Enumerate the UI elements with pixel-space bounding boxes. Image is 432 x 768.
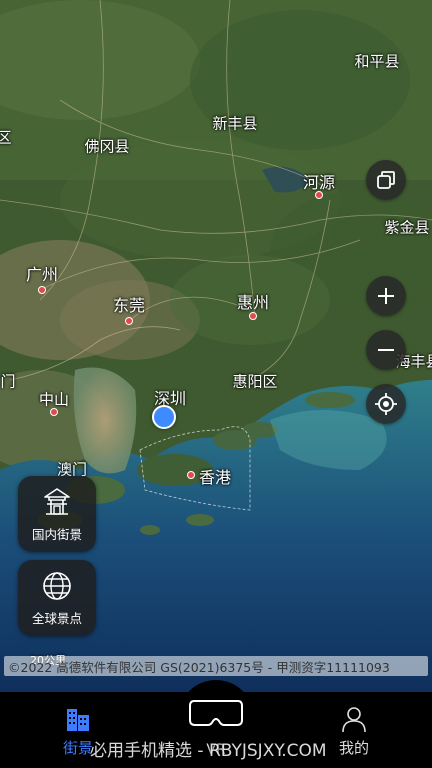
minus-icon <box>378 349 394 351</box>
city-marker <box>50 408 58 416</box>
city-marker <box>315 191 323 199</box>
global-attractions-button[interactable]: 全球景点 <box>18 560 96 636</box>
place-label: 中山 <box>38 390 70 409</box>
tab-street-view-label: 街景 <box>62 739 93 757</box>
locate-icon <box>375 393 397 415</box>
place-label: 门 <box>0 372 16 391</box>
place-label: 新丰县 <box>212 114 258 133</box>
zoom-out-button[interactable] <box>366 330 406 370</box>
pavilion-icon <box>44 487 70 515</box>
place-label: 区 <box>0 128 12 147</box>
globe-icon <box>43 571 71 600</box>
watermark-text: 必用手机精选 - RBYJSJXY.COM <box>90 741 327 761</box>
place-label: 紫金县 <box>384 218 430 237</box>
place-label: 和平县 <box>354 52 400 71</box>
map-copyright: ©2022 高德软件有限公司 GS(2021)6375号 - 甲测资字11111… <box>4 656 428 676</box>
city-marker <box>125 317 133 325</box>
locate-button[interactable] <box>366 384 406 424</box>
plus-icon <box>378 288 394 304</box>
place-label: 广州 <box>25 265 59 284</box>
place-label: 佛冈县 <box>84 137 130 156</box>
city-marker <box>249 312 257 320</box>
place-label: 河源 <box>302 173 336 192</box>
satellite-map[interactable]: 和平县 新丰县 佛冈县 河源 紫金县 广州 东莞 惠州 惠阳区 中山 深圳 澳门… <box>0 0 432 692</box>
vr-headset-icon <box>189 700 243 726</box>
domestic-street-view-label: 国内街景 <box>31 526 82 542</box>
place-label: 惠州 <box>236 293 270 312</box>
place-label: 东莞 <box>112 296 146 315</box>
domestic-street-view-button[interactable]: 国内街景 <box>18 476 96 552</box>
layers-icon <box>377 171 395 189</box>
place-label: 香港 <box>198 468 232 487</box>
city-marker <box>187 471 195 479</box>
global-attractions-label: 全球景点 <box>31 610 82 626</box>
buildings-icon <box>67 709 89 731</box>
city-marker <box>38 286 46 294</box>
place-label: 惠阳区 <box>232 372 278 391</box>
user-icon <box>342 707 366 733</box>
zoom-in-button[interactable] <box>366 276 406 316</box>
current-location-marker <box>152 405 176 429</box>
tab-mine[interactable]: 我的 <box>318 692 390 768</box>
tab-mine-label: 我的 <box>338 739 369 757</box>
layers-button[interactable] <box>366 160 406 200</box>
